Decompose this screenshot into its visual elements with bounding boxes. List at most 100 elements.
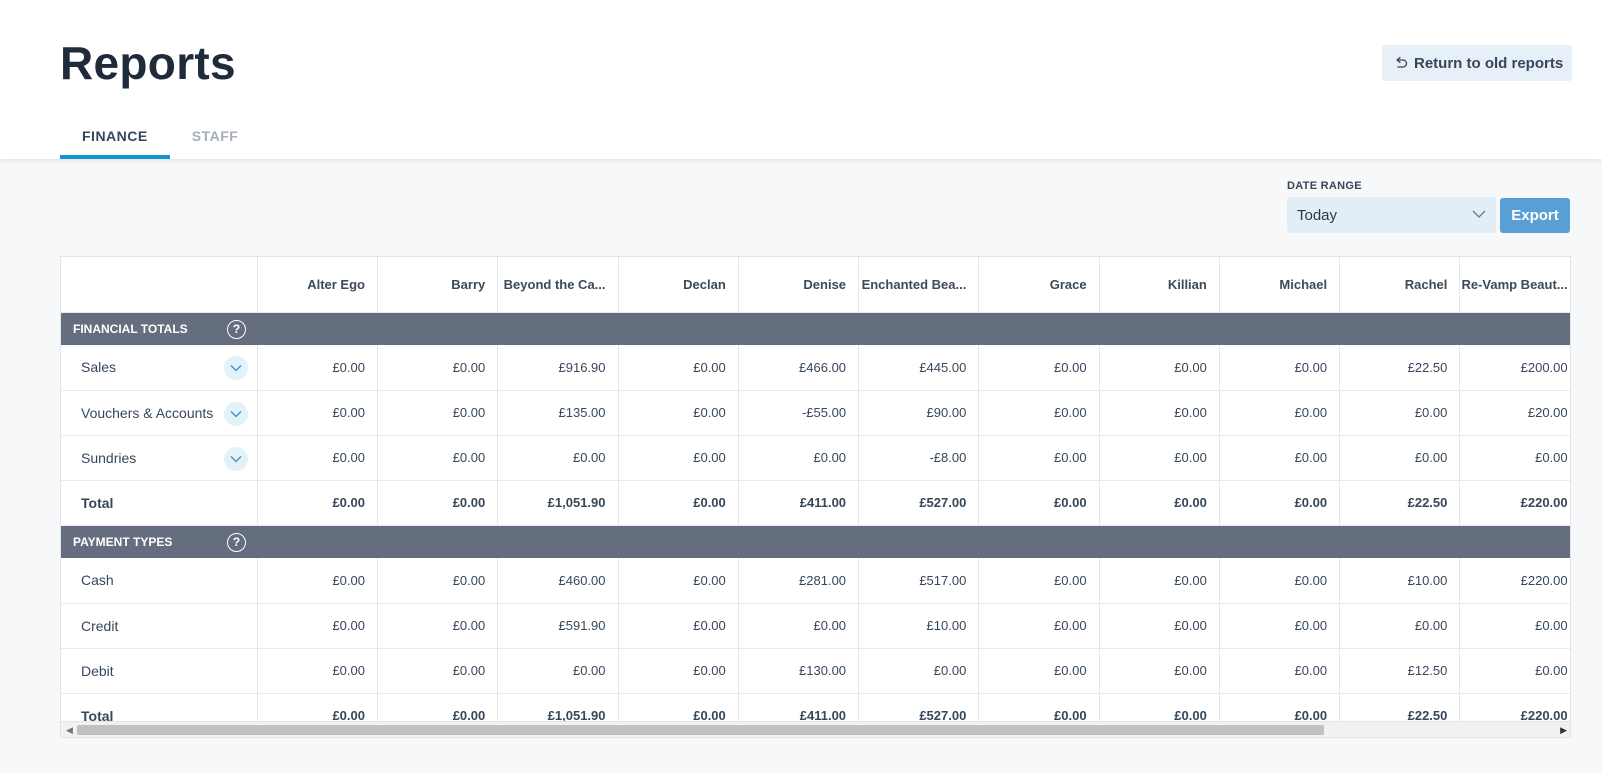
undo-arrow-icon xyxy=(1396,56,1408,68)
report-tabs: FINANCE STAFF xyxy=(60,117,260,159)
value-cell: £0.00 xyxy=(978,558,1100,604)
row-label: Sundries xyxy=(81,449,137,466)
value-cell: £0.00 xyxy=(1099,603,1220,649)
row-label: Cash xyxy=(81,572,114,589)
table-row: Credit £0.00 £0.00 £591.90 £0.00 £0.00 £10.00 £… xyxy=(61,603,1570,649)
value-cell: £0.00 xyxy=(377,648,499,694)
value-cell: £0.00 xyxy=(1219,345,1341,391)
value-cell: £916.90 xyxy=(497,345,619,391)
help-icon[interactable]: ? xyxy=(227,319,246,339)
value-cell: £0.00 xyxy=(618,603,739,649)
row-label-cell: Total xyxy=(61,480,258,526)
value-cell: £0.00 xyxy=(1339,390,1461,436)
column-header: Denise xyxy=(738,257,860,313)
date-range-select[interactable]: Today xyxy=(1287,197,1496,233)
expand-row-button[interactable] xyxy=(224,446,248,471)
column-header: Alter Ego xyxy=(257,257,378,313)
section-header-fill xyxy=(257,312,1570,345)
page-title: Reports xyxy=(60,37,236,89)
value-cell: £0.00 xyxy=(618,345,739,391)
value-cell: £0.00 xyxy=(978,345,1100,391)
row-label-cell: Debit xyxy=(61,648,258,694)
value-cell: £527.00 xyxy=(858,480,980,526)
value-cell: £22.50 xyxy=(1339,480,1461,526)
value-cell: £0.00 xyxy=(1339,603,1461,649)
value-cell: £0.00 xyxy=(257,345,378,391)
value-cell: £1,051.90 xyxy=(497,480,619,526)
value-cell: £281.00 xyxy=(738,558,860,604)
value-cell: £591.90 xyxy=(497,603,619,649)
value-cell: £0.00 xyxy=(257,480,378,526)
export-button[interactable]: Export xyxy=(1500,198,1570,233)
help-icon[interactable]: ? xyxy=(227,532,246,552)
column-header: Michael xyxy=(1219,257,1341,313)
column-header: Killian xyxy=(1099,257,1220,313)
chevron-down-icon xyxy=(230,410,242,417)
value-cell: £90.00 xyxy=(858,390,980,436)
column-header: Declan xyxy=(618,257,739,313)
chevron-down-icon xyxy=(1472,210,1486,218)
value-cell: £0.00 xyxy=(1219,648,1341,694)
value-cell: £220.00 xyxy=(1459,480,1570,526)
tab-finance[interactable]: FINANCE xyxy=(60,117,170,159)
chevron-down-icon xyxy=(230,365,242,372)
expand-row-button[interactable] xyxy=(224,356,248,380)
column-header: Re-Vamp Beaut... xyxy=(1459,257,1570,313)
value-cell: £466.00 xyxy=(738,345,860,391)
value-cell: £0.00 xyxy=(1459,603,1570,649)
value-cell: £0.00 xyxy=(1459,435,1570,481)
value-cell: £0.00 xyxy=(377,390,499,436)
value-cell: £0.00 xyxy=(257,603,378,649)
table-row: Debit £0.00 £0.00 £0.00 £0.00 £130.00 £0.00 £0.… xyxy=(61,648,1570,694)
column-header: Beyond the Ca... xyxy=(497,257,619,313)
value-cell: £0.00 xyxy=(257,558,378,604)
value-cell: £10.00 xyxy=(1339,558,1461,604)
value-cell: £200.00 xyxy=(1459,345,1570,391)
return-to-old-reports-button[interactable]: Return to old reports xyxy=(1382,45,1572,81)
table-row: Sales £0.00 £0.00 £916.90 £0.00 £466.00 £445.0… xyxy=(61,345,1570,391)
column-header: Enchanted Bea... xyxy=(858,257,980,313)
row-label: Sales xyxy=(81,359,117,376)
date-range-value: Today xyxy=(1297,207,1338,224)
scroll-left-icon[interactable]: ◀ xyxy=(66,725,73,736)
header-corner xyxy=(61,257,258,313)
column-header: Rachel xyxy=(1339,257,1461,313)
value-cell: £0.00 xyxy=(858,648,980,694)
row-label: Total xyxy=(81,494,114,511)
value-cell: £0.00 xyxy=(618,480,739,526)
horizontal-scrollbar[interactable]: ◀ ▶ xyxy=(61,721,1570,737)
row-label: Credit xyxy=(81,617,119,634)
value-cell: £0.00 xyxy=(1219,558,1341,604)
section-title-cell: FINANCIAL TOTALS? xyxy=(61,312,258,345)
value-cell: £135.00 xyxy=(497,390,619,436)
section-title: FINANCIAL TOTALS xyxy=(73,321,188,336)
row-label-cell: Vouchers & Accounts xyxy=(61,390,258,436)
table-header: Alter Ego Barry Beyond the Ca... Declan Deni… xyxy=(61,257,1570,313)
value-cell: £130.00 xyxy=(738,648,860,694)
section-header: FINANCIAL TOTALS? xyxy=(61,312,1570,345)
value-cell: £0.00 xyxy=(497,435,619,481)
expand-row-button[interactable] xyxy=(224,401,248,426)
table-row: Vouchers & Accounts £0.00 £0.00 £135.00 £0.0… xyxy=(61,390,1570,436)
value-cell: £12.50 xyxy=(1339,648,1461,694)
value-cell: £22.50 xyxy=(1339,345,1461,391)
value-cell: £0.00 xyxy=(1099,558,1220,604)
value-cell: £0.00 xyxy=(618,390,739,436)
value-cell: £460.00 xyxy=(497,558,619,604)
value-cell: £0.00 xyxy=(1099,390,1220,436)
value-cell: £0.00 xyxy=(618,558,739,604)
value-cell: £0.00 xyxy=(1219,480,1341,526)
value-cell: £411.00 xyxy=(738,480,860,526)
section-title-cell: PAYMENT TYPES? xyxy=(61,525,258,558)
value-cell: £0.00 xyxy=(257,390,378,436)
scroll-right-icon[interactable]: ▶ xyxy=(1560,725,1567,736)
table-row: Total £0.00 £0.00 £1,051.90 £0.00 £411.00 £527… xyxy=(61,480,1570,526)
value-cell: -£55.00 xyxy=(738,390,860,436)
value-cell: £10.00 xyxy=(858,603,980,649)
row-label-cell: Cash xyxy=(61,558,258,604)
scrollbar-thumb[interactable] xyxy=(77,725,1324,735)
value-cell: £0.00 xyxy=(1219,390,1341,436)
report-table-container: Alter Ego Barry Beyond the Ca... Declan Deni… xyxy=(60,256,1571,738)
value-cell: £0.00 xyxy=(1099,480,1220,526)
tab-staff[interactable]: STAFF xyxy=(170,117,261,159)
